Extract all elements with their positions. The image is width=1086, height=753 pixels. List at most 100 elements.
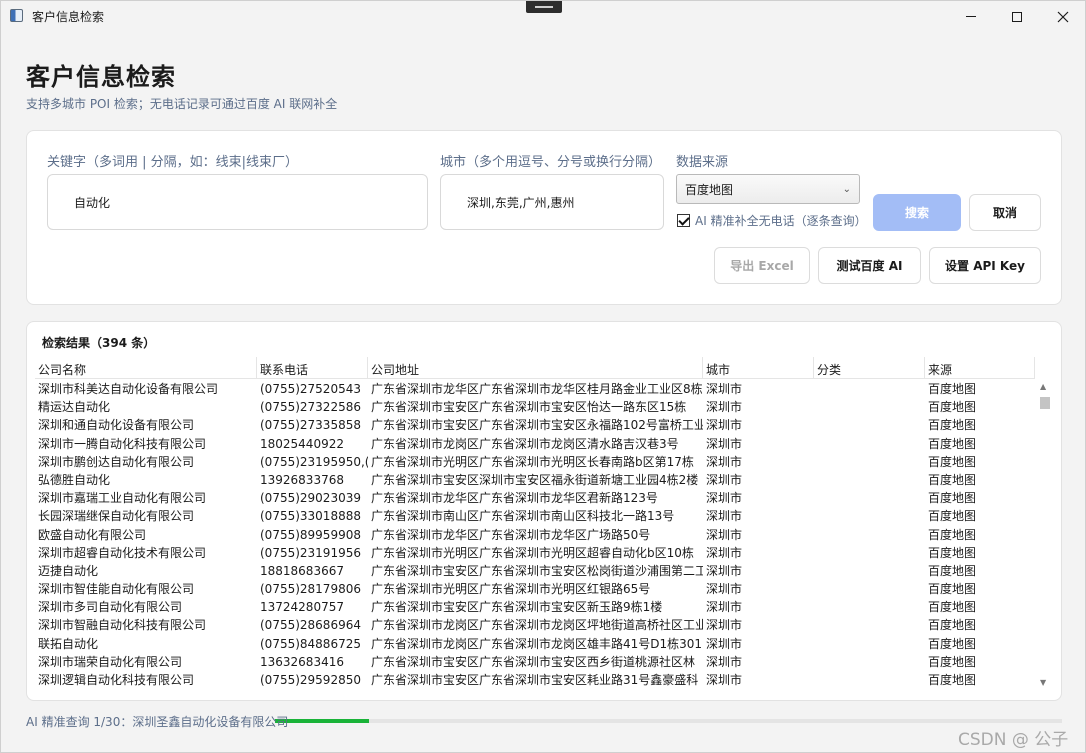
column-header[interactable]: 来源	[925, 357, 1035, 379]
table-cell	[814, 616, 925, 634]
table-cell: 欧盛自动化有限公司	[38, 527, 147, 542]
table-cell	[814, 398, 925, 416]
table-row[interactable]: 深圳市瑞荣自动化有限公司 13632683416 广东省深圳市宝安区广东省深圳市宝安…	[35, 653, 1035, 671]
table-cell: 深圳市瑞荣自动化有限公司	[38, 654, 183, 669]
table-cell: 广东省深圳市龙岗区广东省深圳市龙岗区雄丰路41号D1栋301	[371, 636, 703, 651]
minimize-button[interactable]	[948, 1, 994, 32]
ai-complete-option[interactable]: AI 精准补全无电话（逐条查询）	[677, 212, 867, 229]
table-row[interactable]: 深圳市智佳能自动化有限公司 (0755)28179806 广东省深圳市光明区广东省深…	[35, 580, 1035, 598]
table-cell: 深圳市科美达自动化设备有限公司	[38, 382, 219, 396]
column-header[interactable]: 分类	[814, 357, 925, 379]
table-cell: (0755)27335858	[260, 418, 361, 433]
table-cell: 广东省深圳市龙华区广东省深圳市龙华区桂月路金业工业区8栋	[371, 382, 703, 396]
results-title: 检索结果（394 条）	[42, 336, 156, 350]
table-cell: 联拓自动化	[38, 636, 99, 651]
table-cell: 百度地图	[928, 600, 977, 615]
table-cell: 深圳市鹏创达自动化有限公司	[38, 454, 195, 469]
table-row[interactable]: 深圳逻辑自动化科技有限公司 (0755)29592850 广东省深圳市宝安区广东省深…	[35, 671, 1035, 689]
table-cell: 深圳市嘉瑞工业自动化有限公司	[38, 491, 207, 506]
scroll-thumb[interactable]	[1040, 397, 1050, 409]
title-bar[interactable]: 客户信息检索	[1, 1, 1085, 32]
table-cell: (0755)27322586	[260, 400, 361, 415]
keyword-input[interactable]: 自动化	[47, 174, 428, 230]
table-cell: 深圳市	[706, 600, 743, 615]
table-cell: 百度地图	[928, 454, 977, 469]
table-cell: 广东省深圳市宝安区广东省深圳市宝安区西乡街道桃源社区林	[371, 654, 696, 669]
page-subtitle: 支持多城市 POI 检索；无电话记录可通过百度 AI 联网补全	[26, 97, 338, 111]
progress-bar	[275, 719, 1062, 723]
table-cell: (0755)28179806	[260, 582, 361, 597]
table-cell: 百度地图	[928, 618, 977, 633]
column-header[interactable]: 公司名称	[35, 357, 257, 379]
table-row[interactable]: 联拓自动化 (0755)84886725 广东省深圳市龙岗区广东省深圳市龙岗区雄丰路…	[35, 635, 1035, 653]
table-cell	[814, 435, 925, 453]
table-cell: 广东省深圳市龙岗区广东省深圳市龙岗区清水路吉汉巷3号	[371, 436, 679, 451]
column-header[interactable]: 联系电话	[257, 357, 368, 379]
maximize-button[interactable]	[994, 1, 1040, 32]
table-cell: (0755)84886725	[260, 636, 361, 651]
table-cell	[814, 671, 925, 689]
table-row[interactable]: 长园深瑞继保自动化有限公司 (0755)33018888 广东省深圳市南山区广东省深…	[35, 507, 1035, 525]
table-cell: 13926833768	[260, 472, 344, 487]
table-row[interactable]: 深圳市智融自动化科技有限公司 (0755)28686964 广东省深圳市龙岗区广东省…	[35, 616, 1035, 634]
scroll-down-icon[interactable]: ▼	[1040, 678, 1046, 687]
table-row[interactable]: 深圳市多司自动化有限公司 13724280757 广东省深圳市宝安区广东省深圳市宝安…	[35, 598, 1035, 616]
table-cell: 广东省深圳市宝安区广东省深圳市宝安区怡达一路东区15栋	[371, 400, 687, 415]
table-cell: (0755)28686964	[260, 618, 361, 633]
table-cell: 深圳逻辑自动化科技有限公司	[38, 673, 195, 687]
window-title: 客户信息检索	[32, 10, 105, 24]
table-row[interactable]: 深圳市鹏创达自动化有限公司 (0755)23195950,(0 广东省深圳市光明区广…	[35, 453, 1035, 471]
set-api-key-button[interactable]: 设置 API Key	[929, 247, 1041, 284]
table-row[interactable]: 精运达自动化 (0755)27322586 广东省深圳市宝安区广东省深圳市宝安区怡达…	[35, 398, 1035, 416]
table-cell: 百度地图	[928, 654, 977, 669]
table-header: 公司名称 联系电话 公司地址 城市 分类 来源	[35, 357, 1035, 379]
results-scrollbar[interactable]: ▲ ▼	[1037, 380, 1052, 692]
scroll-up-icon[interactable]: ▲	[1040, 382, 1046, 391]
close-button[interactable]	[1040, 1, 1086, 32]
column-header[interactable]: 公司地址	[368, 357, 703, 379]
source-select[interactable]: 百度地图 ⌄	[676, 174, 860, 204]
column-header[interactable]: 城市	[703, 357, 814, 379]
table-row[interactable]: 深圳市超睿自动化技术有限公司 (0755)23191956 广东省深圳市光明区广东省…	[35, 544, 1035, 562]
table-cell: 广东省深圳市南山区广东省深圳市南山区科技北一路13号	[371, 509, 675, 524]
table-row[interactable]: 欧盛自动化有限公司 (0755)89959908 广东省深圳市龙华区广东省深圳市龙华…	[35, 526, 1035, 544]
search-button[interactable]: 搜索	[873, 194, 961, 231]
table-cell: 广东省深圳市宝安区广东省深圳市宝安区耗业路31号鑫豪盛科	[371, 673, 699, 687]
table-cell: 百度地图	[928, 418, 977, 433]
table-cell: 深圳市多司自动化有限公司	[38, 600, 183, 615]
table-row[interactable]: 深圳市嘉瑞工业自动化有限公司 (0755)29023039 广东省深圳市龙华区广东省…	[35, 489, 1035, 507]
table-cell	[814, 653, 925, 671]
table-cell: 百度地图	[928, 527, 977, 542]
table-cell: 百度地图	[928, 472, 977, 487]
drag-grip[interactable]	[526, 1, 562, 13]
table-cell: 深圳市	[706, 491, 743, 506]
table-row[interactable]: 深圳市科美达自动化设备有限公司 (0755)27520543 广东省深圳市龙华区广东…	[35, 380, 1035, 398]
table-cell: (0755)33018888	[260, 509, 361, 524]
results-table[interactable]: 公司名称 联系电话 公司地址 城市 分类 来源 深圳市科美达自动化设备有限公司 (…	[35, 357, 1053, 692]
table-row[interactable]: 深圳和通自动化设备有限公司 (0755)27335858 广东省深圳市宝安区广东省深…	[35, 416, 1035, 434]
table-row[interactable]: 深圳市一腾自动化科技有限公司 18025440922 广东省深圳市龙岗区广东省深圳市…	[35, 435, 1035, 453]
table-cell: 广东省深圳市龙华区广东省深圳市龙华区君新路123号	[371, 491, 658, 506]
app-icon	[10, 9, 23, 22]
table-cell	[814, 562, 925, 580]
page-title: 客户信息检索	[26, 63, 176, 91]
table-row[interactable]: 弘德胜自动化 13926833768 广东省深圳市宝安区深圳市宝安区福永街道新塘工业…	[35, 471, 1035, 489]
cancel-button[interactable]: 取消	[969, 194, 1041, 231]
export-excel-button[interactable]: 导出 Excel	[714, 247, 810, 284]
ai-complete-label: AI 精准补全无电话（逐条查询）	[695, 214, 867, 228]
progress-fill	[275, 719, 370, 723]
table-cell: 13632683416	[260, 654, 344, 669]
city-input[interactable]: 深圳,东莞,广州,惠州	[440, 174, 664, 230]
table-cell: 精运达自动化	[38, 400, 111, 415]
minimize-icon	[966, 16, 976, 17]
ai-complete-checkbox[interactable]	[677, 214, 690, 227]
test-baidu-ai-button[interactable]: 测试百度 AI	[818, 247, 921, 284]
table-cell	[814, 471, 925, 489]
source-select-value: 百度地图	[685, 182, 734, 197]
table-cell: 深圳市	[706, 509, 743, 524]
source-label: 数据来源	[676, 155, 729, 170]
table-cell	[814, 544, 925, 562]
table-cell: 深圳市	[706, 472, 743, 487]
table-row[interactable]: 迈捷自动化 18818683667 广东省深圳市宝安区广东省深圳市宝安区松岗街道沙浦…	[35, 562, 1035, 580]
table-cell: 百度地图	[928, 382, 977, 396]
